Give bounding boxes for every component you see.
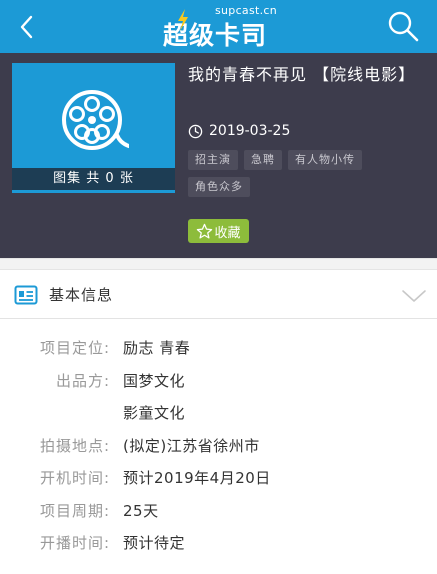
- project-date: 2019-03-25: [188, 121, 290, 141]
- tag: 角色众多: [188, 177, 250, 197]
- basic-info-list: 项目定位: 励志 青春 出品方: 国梦文化 影童文化 拍摄地点: (拟定)江苏省…: [0, 333, 437, 561]
- chevron-down-icon[interactable]: [401, 288, 427, 304]
- info-label: 开机时间:: [39, 469, 110, 487]
- tag-list: 招主演 急聘 有人物小传 角色众多: [188, 150, 428, 204]
- section-title: 基本信息: [49, 286, 114, 304]
- info-label: 项目定位:: [39, 339, 110, 357]
- top-bar: supcast.cn 超级卡司: [0, 0, 437, 53]
- info-value: 影童文化: [123, 404, 186, 422]
- id-card-icon: [14, 285, 38, 305]
- info-label: 拍摄地点:: [39, 436, 110, 455]
- info-value: 国梦文化: [123, 371, 186, 390]
- tag: 急聘: [244, 150, 282, 170]
- project-header: 图集 共 0 张 我的青春不再见 【院线电影】 2019-03-25 招主演 急…: [0, 53, 437, 258]
- favorite-label: 收藏: [214, 225, 241, 241]
- info-row: 项目周期: 25天: [0, 496, 437, 529]
- info-row: 出品方: 国梦文化: [0, 366, 437, 399]
- info-value: 预计2019年4月20日: [123, 469, 271, 487]
- info-row: 影童文化: [0, 398, 437, 431]
- tag: 招主演: [188, 150, 238, 170]
- info-value: 25天: [123, 501, 159, 520]
- app-logo[interactable]: supcast.cn 超级卡司: [163, 4, 283, 50]
- info-row: 开机时间: 预计2019年4月20日: [0, 463, 437, 496]
- info-label: 出品方:: [55, 371, 110, 390]
- project-title: 我的青春不再见 【院线电影】: [188, 65, 416, 84]
- info-value: 预计待定: [123, 534, 186, 552]
- clock-icon: [188, 124, 203, 138]
- info-value: 励志 青春: [123, 339, 191, 357]
- star-icon: [197, 223, 213, 239]
- gallery-count[interactable]: 图集 共 0 张: [12, 168, 175, 190]
- lightning-icon: [178, 9, 188, 31]
- favorite-button[interactable]: 收藏: [188, 219, 249, 243]
- basic-info-header[interactable]: 基本信息: [0, 271, 437, 319]
- date-text: 2019-03-25: [209, 123, 291, 139]
- section-divider: [0, 258, 437, 270]
- info-row: 开播时间: 预计待定: [0, 528, 437, 561]
- info-value: (拟定)江苏省徐州市: [123, 436, 260, 455]
- info-row: 拍摄地点: (拟定)江苏省徐州市: [0, 431, 437, 464]
- film-reel-icon: [62, 90, 129, 150]
- info-row: 项目定位: 励志 青春: [0, 333, 437, 366]
- search-icon[interactable]: [386, 9, 420, 43]
- info-label: 开播时间:: [39, 534, 110, 552]
- back-arrow-icon[interactable]: [14, 12, 40, 42]
- info-label: 项目周期:: [39, 501, 110, 520]
- tag: 有人物小传: [288, 150, 362, 170]
